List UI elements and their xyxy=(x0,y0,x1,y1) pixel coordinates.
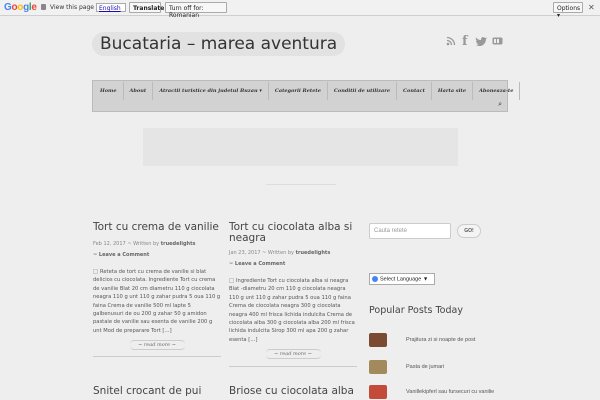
twitter-icon[interactable] xyxy=(475,36,488,49)
divider xyxy=(266,184,336,185)
translate-button[interactable]: Translate xyxy=(129,2,164,13)
read-more-link[interactable]: ~ read more ~ xyxy=(129,340,185,351)
ad-banner xyxy=(143,128,458,166)
post-title[interactable]: Tort cu ciocolata alba si neagra xyxy=(229,222,357,244)
site-title[interactable]: Bucataria – marea aventura xyxy=(92,32,346,56)
main-navigation: Home About Atractii turistice din judetu… xyxy=(92,80,521,112)
language-select[interactable]: English xyxy=(96,3,126,12)
post-card: Snitel crocant de pui xyxy=(93,386,221,397)
popular-post-title[interactable]: Vanillekipferl sau fursecuri cu vanilie xyxy=(406,389,494,395)
nav-item-categorii[interactable]: Categorii Retete xyxy=(269,82,328,100)
post-card: Briose cu ciocolata alba xyxy=(229,386,357,397)
post-meta: Feb 12, 2017 ~ Written by truedelights ~… xyxy=(93,239,221,261)
post-card: Tort cu crema de vanilie Feb 12, 2017 ~ … xyxy=(93,222,221,351)
written-by-label: ~ Written by xyxy=(262,250,294,256)
read-more-link[interactable]: ~ read more ~ xyxy=(265,349,321,360)
leave-comment-link[interactable]: ~ Leave a Comment xyxy=(93,252,149,258)
popular-post-title[interactable]: Prajitura zi si noapte de post xyxy=(406,337,475,343)
youtube-icon[interactable] xyxy=(492,36,503,49)
post-author[interactable]: truedelights xyxy=(161,241,196,247)
nav-item-home[interactable]: Home xyxy=(94,82,124,100)
turn-off-button[interactable]: Turn off for: Romanian xyxy=(165,2,227,19)
lock-icon xyxy=(41,4,46,10)
nav-item-contact[interactable]: Contact xyxy=(397,82,432,100)
google-g-icon xyxy=(372,276,378,282)
popular-post-title[interactable]: Pasta de jumari xyxy=(406,364,444,370)
popular-post-item[interactable]: Vanillekipferl sau fursecuri cu vanilie xyxy=(369,385,529,400)
broken-image-icon xyxy=(229,278,234,283)
nav-item-harta[interactable]: Harta site xyxy=(432,82,473,100)
post-card: Tort cu ciocolata alba si neagra Jan 23,… xyxy=(229,222,357,360)
written-by-label: ~ Written by xyxy=(127,241,160,247)
popular-post-item[interactable]: Prajitura zi si noapte de post xyxy=(369,333,529,353)
post-title[interactable]: Snitel crocant de pui xyxy=(93,386,221,397)
popular-posts-heading: Popular Posts Today xyxy=(369,305,463,316)
popular-post-thumbnail[interactable] xyxy=(369,333,387,347)
rss-icon[interactable] xyxy=(446,36,456,49)
popular-post-thumbnail[interactable] xyxy=(369,360,387,374)
options-button[interactable]: Options ▾ xyxy=(553,2,583,19)
post-excerpt: Reteta de tort cu crema de vanilie si bl… xyxy=(93,269,221,334)
nav-item-conditii[interactable]: Conditii de utilizare xyxy=(328,82,398,100)
broken-image-icon xyxy=(93,269,98,274)
search-input[interactable]: Cauta retete xyxy=(369,223,451,239)
google-logo: Google xyxy=(4,2,37,13)
search-button[interactable]: GO! xyxy=(457,224,481,238)
nav-item-about[interactable]: About xyxy=(124,82,154,100)
nav-item-atractii[interactable]: Atractii turistice din judetul Buzau ▾ xyxy=(153,82,269,100)
google-translate-bar: Google View this page in: English Transl… xyxy=(0,0,600,19)
popular-post-thumbnail[interactable] xyxy=(369,385,387,399)
post-meta: Jan 23, 2017 ~ Written by truedelights ~… xyxy=(229,248,357,270)
post-excerpt: Ingrediente Tort cu ciocolata alba si ne… xyxy=(229,278,355,343)
post-title[interactable]: Briose cu ciocolata alba xyxy=(229,386,357,397)
close-icon[interactable]: ✕ xyxy=(588,3,595,12)
facebook-icon[interactable]: f xyxy=(462,34,468,49)
language-dropdown[interactable]: Select Language ▼ xyxy=(369,273,435,285)
leave-comment-link[interactable]: ~ Leave a Comment xyxy=(229,261,285,267)
post-divider xyxy=(93,356,221,357)
post-title[interactable]: Tort cu crema de vanilie xyxy=(93,222,221,233)
popular-post-item[interactable]: Pasta de jumari xyxy=(369,360,529,380)
search-icon[interactable]: ⌕ xyxy=(498,101,502,109)
post-author[interactable]: truedelights xyxy=(296,250,331,256)
post-date: Jan 23, 2017 xyxy=(229,250,261,256)
nav-item-aboneaza[interactable]: Aboneaza-te xyxy=(473,82,521,100)
post-divider xyxy=(229,366,357,367)
post-date: Feb 12, 2017 xyxy=(93,241,126,247)
